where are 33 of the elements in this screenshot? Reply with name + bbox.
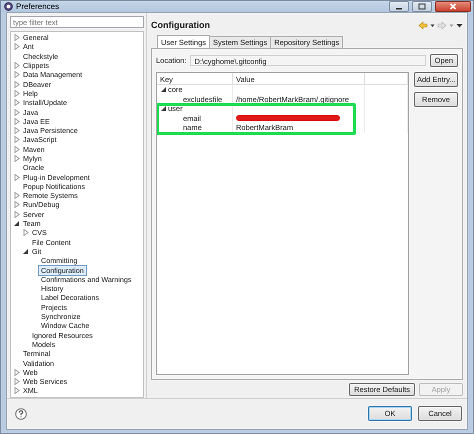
close-icon[interactable]	[449, 3, 457, 10]
help-icon[interactable]	[15, 408, 27, 420]
collapsed-icon[interactable]	[13, 90, 21, 97]
maximize-button[interactable]	[412, 1, 432, 12]
collapsed-icon[interactable]	[13, 387, 21, 394]
expanded-icon[interactable]	[160, 105, 168, 112]
collapsed-icon[interactable]	[13, 155, 21, 162]
collapsed-icon[interactable]	[13, 62, 21, 70]
collapsed-icon[interactable]	[13, 201, 21, 208]
minimize-button[interactable]	[389, 1, 409, 12]
close-button[interactable]	[435, 1, 471, 12]
collapsed-icon[interactable]	[13, 146, 21, 153]
collapsed-icon[interactable]	[13, 378, 21, 386]
collapsed-icon[interactable]	[13, 136, 21, 144]
expanded-icon[interactable]	[13, 220, 21, 228]
empty-column-header[interactable]	[365, 73, 408, 85]
expanded-icon[interactable]	[160, 86, 168, 94]
collapsed-icon[interactable]	[13, 99, 21, 106]
collapsed-icon[interactable]	[13, 174, 21, 181]
collapsed-icon[interactable]	[13, 368, 21, 376]
app-icon	[4, 2, 13, 11]
window-title: Preferences	[16, 2, 60, 11]
collapsed-icon[interactable]	[13, 71, 21, 78]
collapsed-icon[interactable]	[13, 127, 21, 134]
collapsed-icon[interactable]	[13, 43, 21, 50]
expanded-icon[interactable]	[22, 248, 30, 255]
collapsed-icon[interactable]	[13, 108, 21, 116]
collapsed-icon[interactable]	[13, 80, 21, 88]
page-title: Configuration	[151, 20, 211, 30]
collapsed-icon[interactable]	[13, 34, 21, 42]
collapsed-icon[interactable]	[13, 118, 21, 125]
collapsed-icon[interactable]	[13, 192, 21, 200]
maximize-icon[interactable]	[418, 3, 426, 10]
